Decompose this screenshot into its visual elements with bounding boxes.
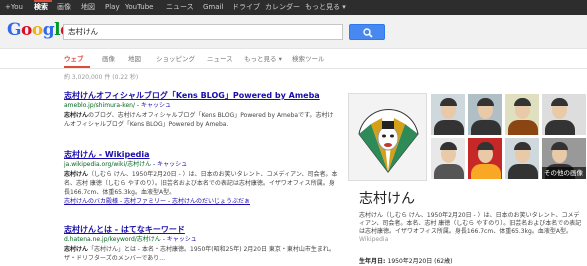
nav-drive[interactable]: ドライブ: [232, 2, 260, 12]
person-image[interactable]: [504, 93, 540, 136]
search-header: Google 志村けん: [0, 15, 587, 49]
person-image[interactable]: [430, 93, 466, 136]
result-snippet: 志村けんのブログ、志村けんオフィシャルブログ「Kens BLOG」Powered…: [64, 111, 339, 129]
result-url-text: d.hatena.ne.jp/keyword/志村けん: [64, 236, 161, 243]
result-stats: 約 3,020,000 件 (0.22 秒): [64, 74, 139, 81]
portrait-hair: [440, 98, 457, 106]
nav-gmail[interactable]: Gmail: [203, 2, 223, 12]
tab-maps[interactable]: 地図: [128, 55, 141, 64]
tab-news[interactable]: ニュース: [207, 55, 233, 64]
birth-label: 生年月日:: [359, 258, 388, 265]
result-title[interactable]: 志村けんオフィシャルブログ「Kens BLOG」Powered by Ameba: [64, 91, 339, 101]
portrait-suit: [471, 120, 501, 135]
portrait-suit: [434, 164, 464, 179]
top-nav-bar: +You 検索 画像 地図 Play YouTube ニュース Gmail ドラ…: [0, 0, 587, 15]
search-result: 志村けん - Wikipedia ja.wikipedia.org/wiki/志…: [64, 150, 339, 206]
person-image[interactable]: [504, 137, 540, 180]
fan-character-image[interactable]: [348, 93, 427, 181]
birth-date: 生年月日: 1950年2月20日 (62歳): [359, 256, 452, 265]
portrait-suit: [508, 120, 538, 135]
portrait-hair: [514, 142, 531, 150]
snippet-text: （しむら けん、1950年2月20日 - ）は、日本のお笑いタレント、コメディア…: [64, 171, 338, 196]
nav-search[interactable]: 検索: [34, 2, 48, 12]
search-tabs: ウェブ 画像 地図 ショッピング ニュース もっと見る ▾ 検索ツール: [0, 50, 587, 69]
search-input[interactable]: 志村けん: [63, 24, 343, 40]
tab-images[interactable]: 画像: [102, 55, 115, 64]
logo-letter: o: [31, 20, 43, 40]
birth-value: 1950年2月20日 (62歳): [387, 258, 453, 265]
cache-link[interactable]: - キャッシュ: [135, 102, 171, 109]
portrait-hair: [440, 142, 457, 150]
logo-letter: o: [21, 20, 32, 40]
result-url: ameblo.jp/shimura-ken/ - キャッシュ: [64, 101, 339, 111]
tab-search-tools[interactable]: 検索ツール: [292, 55, 325, 64]
search-button[interactable]: [349, 24, 385, 40]
result-sitelinks[interactable]: 志村けんのバカ殿様 - 志村ファミリー - 志村けんのだいじょうぶだぁ: [64, 197, 339, 206]
nav-maps[interactable]: 地図: [81, 2, 95, 12]
more-images-link[interactable]: その他の画像: [542, 167, 586, 179]
nav-youtube[interactable]: YouTube: [125, 2, 153, 12]
cache-link[interactable]: - キャッシュ: [151, 161, 187, 168]
logo-letter: G: [7, 20, 22, 40]
snippet-highlight: 志村けん: [64, 171, 89, 178]
google-logo[interactable]: Google: [7, 20, 71, 40]
active-tab-indicator: [64, 66, 90, 68]
cache-link[interactable]: - キャッシュ: [161, 236, 197, 243]
snippet-highlight: 志村けん: [64, 246, 89, 253]
person-image[interactable]: [541, 93, 587, 136]
knowledge-panel-description: 志村けん（しむら けん、1950年2月20日 - ）は、日本のお笑いタレント、コ…: [359, 212, 584, 244]
nav-more[interactable]: もっと見る ▾: [305, 2, 346, 12]
search-result: 志村けんとは - はてなキーワード d.hatena.ne.jp/keyword…: [64, 225, 339, 263]
person-image[interactable]: [430, 137, 466, 180]
result-snippet: 志村けん「志村けん」とは - 本名・志村康徳。1950年(昭和25年) 2月20…: [64, 245, 339, 263]
person-image[interactable]: [467, 93, 503, 136]
tab-shopping[interactable]: ショッピング: [156, 55, 195, 64]
portrait-suit: [545, 120, 575, 135]
result-title[interactable]: 志村けん - Wikipedia: [64, 150, 339, 160]
knowledge-panel-title: 志村けん: [359, 191, 415, 207]
logo-letter: g: [42, 20, 55, 40]
person-image[interactable]: [467, 137, 503, 180]
portrait-hair: [477, 98, 494, 106]
portrait-hair: [514, 98, 531, 106]
search-result: 志村けんオフィシャルブログ「Kens BLOG」Powered by Ameba…: [64, 91, 339, 129]
tab-web[interactable]: ウェブ: [64, 55, 84, 64]
portrait-suit: [471, 164, 501, 179]
nav-images[interactable]: 画像: [57, 2, 71, 12]
snippet-text: 「志村けん」とは - 本名・志村康徳。1950年(昭和25年) 2月20日 東京…: [64, 246, 335, 262]
more-images-thumb[interactable]: その他の画像: [541, 137, 587, 180]
search-icon: [363, 28, 373, 38]
nav-calendar[interactable]: カレンダー: [265, 2, 300, 12]
result-url: ja.wikipedia.org/wiki/志村けん - キャッシュ: [64, 160, 339, 170]
result-url-text: ameblo.jp/shimura-ken/: [64, 102, 135, 109]
result-title[interactable]: 志村けんとは - はてなキーワード: [64, 225, 339, 235]
snippet-highlight: 志村けん: [64, 112, 89, 119]
nav-play[interactable]: Play: [105, 2, 120, 12]
portrait-hair: [551, 142, 568, 150]
fan-illustration: [358, 109, 419, 173]
nav-you[interactable]: +You: [5, 2, 23, 12]
result-url: d.hatena.ne.jp/keyword/志村けん - キャッシュ: [64, 235, 339, 245]
portrait-suit: [434, 120, 464, 135]
tab-more[interactable]: もっと見る ▾: [244, 55, 282, 64]
portrait-hair: [477, 142, 494, 150]
result-snippet: 志村けん（しむら けん、1950年2月20日 - ）は、日本のお笑いタレント、コ…: [64, 170, 339, 197]
portrait-suit: [508, 164, 538, 179]
portrait-hair: [551, 98, 568, 106]
result-url-text: ja.wikipedia.org/wiki/志村けん: [64, 161, 152, 168]
description-text: 志村けん（しむら けん、1950年2月20日 - ）は、日本のお笑いタレント、コ…: [359, 212, 582, 235]
wikipedia-link[interactable]: Wikipedia: [359, 236, 388, 243]
snippet-text: のブログ、志村けんオフィシャルブログ「Kens BLOG」Powered by …: [64, 112, 334, 128]
nav-news[interactable]: ニュース: [166, 2, 194, 12]
